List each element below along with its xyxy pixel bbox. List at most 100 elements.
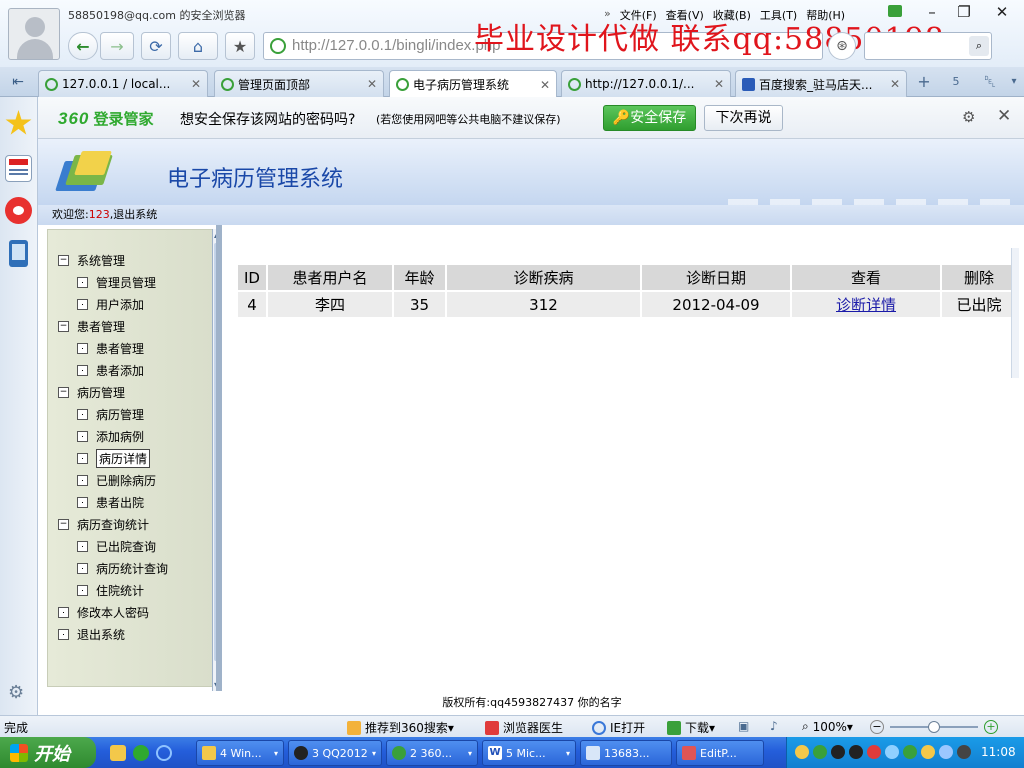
refresh-button[interactable]: ⟳ (141, 32, 171, 60)
recommend-360-search-button[interactable]: 推荐到360搜索 ▾ (347, 719, 454, 736)
tree-item-patient-manage[interactable]: 患者管理 (77, 339, 144, 357)
later-button[interactable]: 下次再说 (704, 105, 783, 131)
tree-item-record-add[interactable]: 添加病例 (77, 427, 144, 445)
tab-admin-top[interactable]: 管理页面顶部 ✕ (214, 70, 384, 97)
tree-item-logout[interactable]: 退出系统 (58, 625, 125, 643)
ie-quicklaunch-icon[interactable] (156, 745, 172, 761)
close-window-button[interactable]: ✕ (985, 2, 1019, 22)
tray-app-icon[interactable] (795, 745, 809, 759)
tree-node-system[interactable]: − 系统管理 (58, 251, 125, 269)
tab-localhost[interactable]: 127.0.0.1 / local... ✕ (38, 70, 208, 97)
mobile-phone-icon[interactable] (9, 240, 28, 267)
screen-icon[interactable]: ▣ (738, 719, 749, 733)
menu-expand-icon[interactable]: » (604, 7, 611, 23)
content-scrollbar[interactable] (1011, 248, 1019, 378)
menu-favorites[interactable]: 收藏(B) (713, 7, 751, 23)
browser-doctor-button[interactable]: 浏览器医生 (485, 719, 563, 736)
speaker-icon[interactable]: ♪ (770, 719, 778, 733)
menu-view[interactable]: 查看(V) (666, 7, 704, 23)
menu-file[interactable]: 文件(F) (620, 7, 657, 23)
search-icon[interactable]: ⌕ (969, 36, 989, 56)
tree-item-record-deleted[interactable]: 已删除病历 (77, 471, 156, 489)
minimize-button[interactable]: – (915, 2, 949, 22)
tab-localhost-2[interactable]: http://127.0.0.1/... ✕ (561, 70, 731, 97)
clock[interactable]: 11:08 (981, 745, 1016, 759)
zoom-in-icon[interactable]: + (984, 720, 998, 734)
tree-item-record-detail[interactable]: 病历详情 (77, 448, 151, 468)
menu-tools[interactable]: 工具(T) (760, 7, 797, 23)
tree-item-patient-discharge[interactable]: 患者出院 (77, 493, 144, 511)
tree-node-record[interactable]: − 病历管理 (58, 383, 125, 401)
close-tab-icon[interactable]: ✕ (540, 78, 550, 92)
close-tab-icon[interactable]: ✕ (367, 77, 377, 91)
zoom-slider-knob[interactable] (928, 721, 940, 733)
collapse-icon[interactable]: − (58, 320, 69, 332)
collapse-icon[interactable]: − (58, 254, 69, 266)
tree-item-discharged-query[interactable]: 已出院查询 (77, 537, 156, 555)
restore-button[interactable]: ❐ (947, 2, 981, 22)
monitor-icon[interactable] (939, 745, 953, 759)
zoom-out-icon[interactable]: − (870, 720, 884, 734)
tab-count-badge[interactable]: 5 (944, 71, 968, 93)
ie-open-button[interactable]: IE打开 (592, 719, 645, 736)
compat-mode-icon[interactable]: ⊛ (828, 32, 856, 60)
folder-quicklaunch-icon[interactable] (110, 745, 126, 761)
forward-button[interactable]: → (100, 32, 134, 60)
close-tab-icon[interactable]: ✕ (890, 77, 900, 91)
tray-app-icon[interactable] (867, 745, 881, 759)
tab-emr-system[interactable]: 电子病历管理系统 ✕ (389, 70, 557, 98)
tree-item-record-stats[interactable]: 病历统计查询 (77, 559, 168, 577)
new-tab-button[interactable]: + (912, 71, 936, 93)
favorites-star-icon[interactable] (5, 110, 32, 135)
zoom-slider[interactable]: − + (870, 720, 1000, 734)
close-tab-icon[interactable]: ✕ (714, 77, 724, 91)
diagnosis-detail-link[interactable]: 诊断详情 (836, 296, 896, 314)
menu-help[interactable]: 帮助(H) (806, 7, 845, 23)
tree-item-admin-manage[interactable]: 管理员管理 (77, 273, 156, 291)
start-button[interactable]: 开始 (0, 737, 96, 768)
taskbar-item-editplus[interactable]: EditP... (676, 740, 764, 766)
taskbar-item-explorer[interactable]: 4 Win... ▾ (196, 740, 284, 766)
tree-item-patient-add[interactable]: 患者添加 (77, 361, 144, 379)
skin-shirt-icon[interactable] (888, 5, 902, 17)
trash-icon[interactable]: ␡ (978, 71, 1002, 93)
favorite-star-button[interactable]: ★ (225, 32, 255, 60)
tree-item-change-password[interactable]: 修改本人密码 (58, 603, 149, 621)
zoom-level-button[interactable]: ⌕ 100% ▾ (802, 719, 853, 734)
tab-baidu-search[interactable]: 百度搜索_驻马店天... ✕ (735, 70, 907, 97)
news-icon[interactable] (5, 155, 32, 182)
tray-app-icon[interactable] (813, 745, 827, 759)
tray-app-icon[interactable] (957, 745, 971, 759)
qq-penguin-icon[interactable] (849, 745, 863, 759)
tree-item-record-manage[interactable]: 病历管理 (77, 405, 144, 423)
safe-save-button[interactable]: 🔑安全保存 (603, 105, 696, 131)
shield-icon[interactable] (903, 745, 917, 759)
collapse-icon[interactable]: − (58, 518, 69, 530)
collapse-icon[interactable]: − (58, 386, 69, 398)
taskbar-item-qq[interactable]: 3 QQ2012 ▾ (288, 740, 382, 766)
sidebar-toggle-icon[interactable]: ⇤ (6, 71, 30, 93)
tray-app-icon[interactable] (921, 745, 935, 759)
close-tab-icon[interactable]: ✕ (191, 77, 201, 91)
tree-item-user-add[interactable]: 用户添加 (77, 295, 144, 313)
close-icon[interactable]: ✕ (997, 106, 1011, 126)
gear-icon[interactable]: ⚙ (8, 682, 24, 703)
gear-icon[interactable]: ⚙ (962, 108, 975, 126)
tree-item-inpatient-stats[interactable]: 住院统计 (77, 581, 144, 599)
tab-menu-chevron-icon[interactable]: ▾ (1002, 71, 1024, 93)
back-button[interactable]: ← (68, 32, 98, 60)
taskbar-item-word[interactable]: W5 Mic... ▾ (482, 740, 576, 766)
network-icon[interactable] (885, 745, 899, 759)
tree-node-stats[interactable]: − 病历查询统计 (58, 515, 149, 533)
search-input[interactable]: ⌕ (864, 32, 992, 60)
weibo-icon[interactable] (5, 197, 32, 224)
download-button[interactable]: 下载 ▾ (667, 719, 715, 736)
360-browser-quicklaunch-icon[interactable] (133, 745, 149, 761)
home-button[interactable]: ⌂ (178, 32, 218, 60)
qq-penguin-icon[interactable] (831, 745, 845, 759)
address-url[interactable]: http://127.0.0.1/bingli/index.php (292, 37, 501, 54)
taskbar-item-document[interactable]: 13683... (580, 740, 672, 766)
logout-link[interactable]: 退出系统 (113, 208, 157, 221)
tree-node-patient[interactable]: − 患者管理 (58, 317, 125, 335)
user-avatar[interactable] (8, 8, 60, 60)
